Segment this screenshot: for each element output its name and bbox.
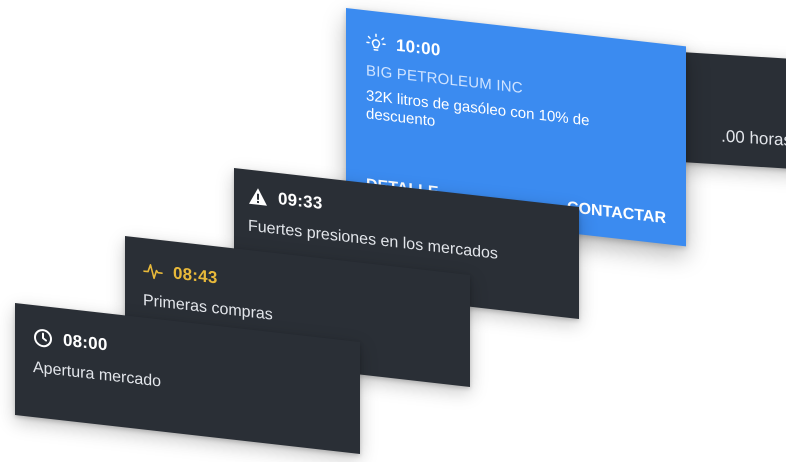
notification-time: 08:43 [173,263,218,288]
notification-time: 10:00 [396,35,441,60]
notification-stack: .00 horas 10:00 BIG PETROLEUM INC 32K li… [0,0,786,462]
lightbulb-icon [366,32,386,54]
clock-icon [33,327,53,349]
contact-button[interactable]: CONTACTAR [567,199,666,228]
warning-icon [248,186,268,208]
notification-time: 09:33 [278,188,323,213]
pulse-icon [143,260,163,282]
notification-time: 08:00 [63,330,108,355]
